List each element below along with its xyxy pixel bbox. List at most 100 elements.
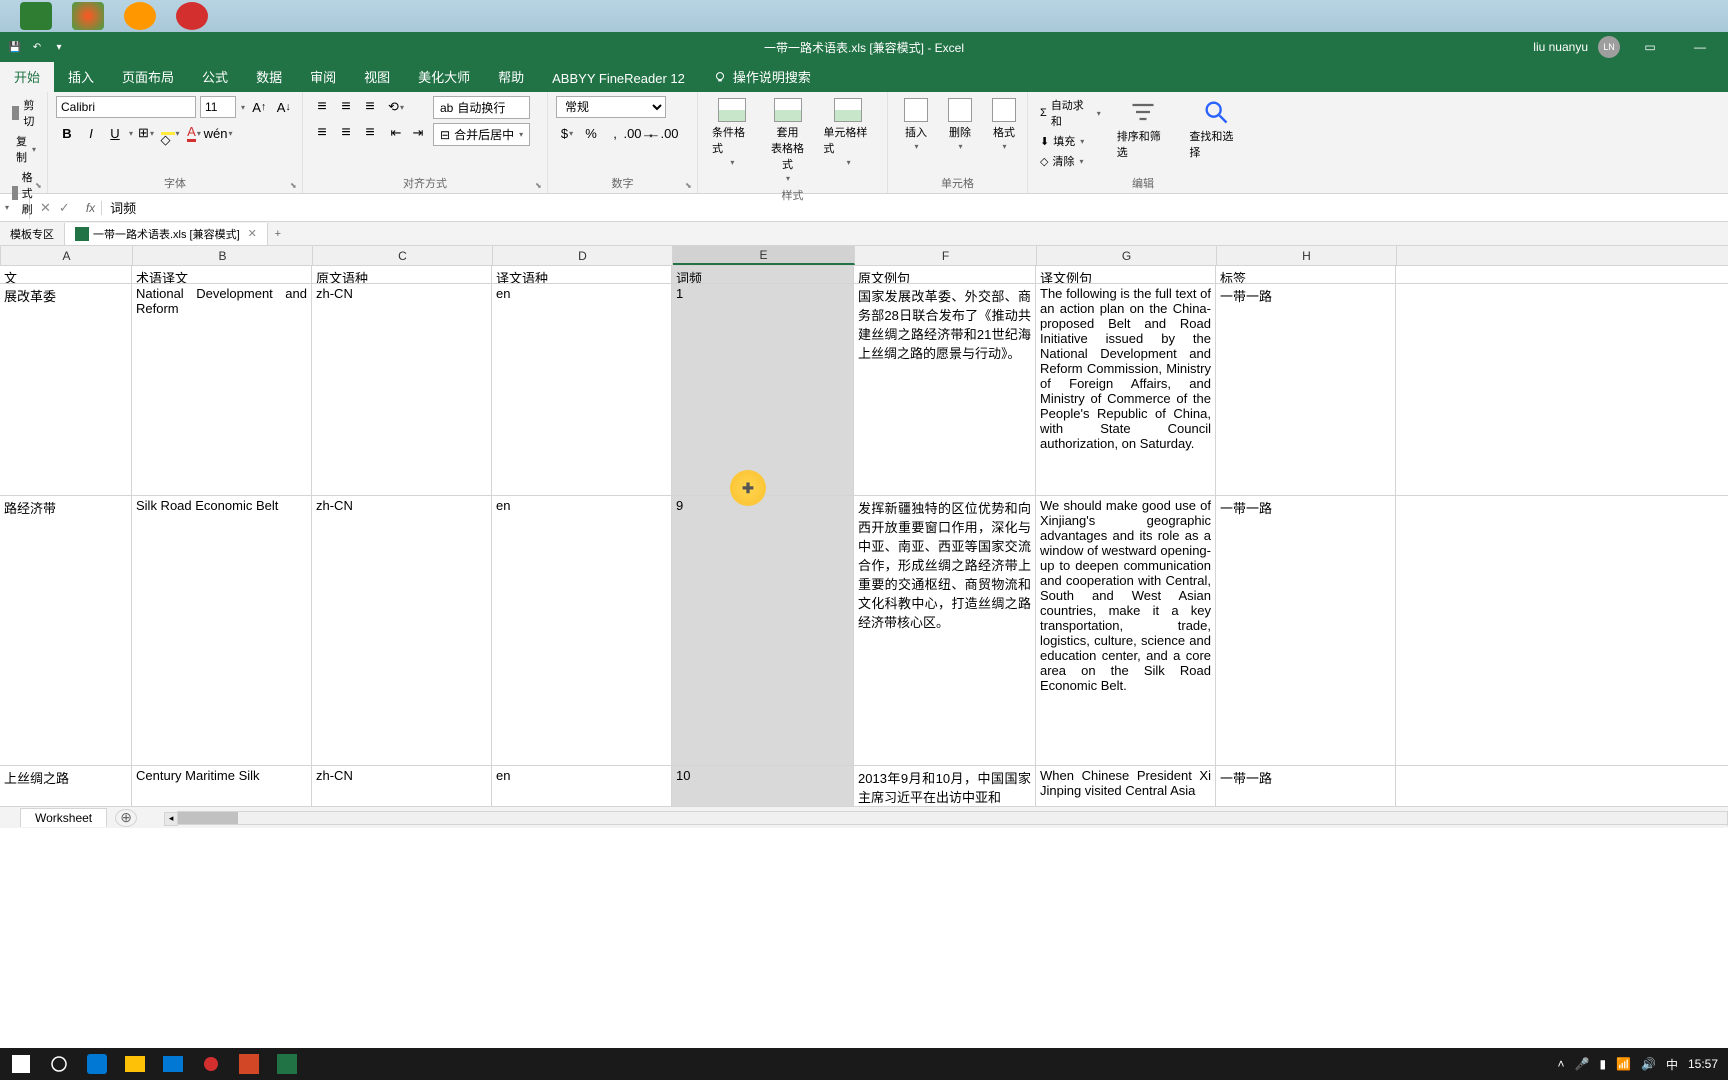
tab-home[interactable]: 开始	[0, 61, 54, 92]
recording-button[interactable]	[194, 1050, 228, 1078]
column-header-g[interactable]: G	[1037, 246, 1217, 265]
cell[interactable]: 一带一路	[1216, 284, 1396, 495]
cortana-button[interactable]	[42, 1050, 76, 1078]
increase-indent-button[interactable]: ⇥	[407, 122, 429, 144]
mail-button[interactable]	[156, 1050, 190, 1078]
user-name[interactable]: liu nuanyu	[1533, 40, 1588, 54]
align-center-button[interactable]: ≡	[335, 122, 357, 144]
cell[interactable]: 展改革委	[0, 284, 132, 495]
insert-cells-button[interactable]: 插入▾	[896, 96, 936, 153]
edge-button[interactable]	[80, 1050, 114, 1078]
delete-cells-button[interactable]: 删除▾	[940, 96, 980, 153]
autosum-button[interactable]: Σ自动求和▾	[1036, 96, 1105, 130]
dialog-launcher-icon[interactable]: ⬊	[535, 181, 545, 191]
align-right-button[interactable]: ≡	[359, 122, 381, 144]
start-button[interactable]	[4, 1050, 38, 1078]
phonetic-button[interactable]: wén▾	[207, 122, 229, 144]
worksheet-tab[interactable]: Worksheet	[20, 808, 107, 827]
clear-button[interactable]: ◇清除▾	[1036, 152, 1105, 170]
cell[interactable]: zh-CN	[312, 496, 492, 765]
clock[interactable]: 15:57	[1688, 1057, 1718, 1071]
wifi-icon[interactable]: 📶	[1616, 1057, 1631, 1071]
ime-indicator[interactable]: 中	[1666, 1056, 1678, 1073]
align-middle-button[interactable]: ≡	[335, 96, 357, 118]
align-left-button[interactable]: ≡	[311, 122, 333, 144]
cell[interactable]: 1	[672, 284, 854, 495]
tab-help[interactable]: 帮助	[484, 61, 538, 92]
desktop-app-icon[interactable]	[72, 2, 104, 30]
cell[interactable]: Century Maritime Silk	[132, 766, 312, 806]
wrap-text-button[interactable]: ab自动换行	[433, 96, 530, 119]
number-format-select[interactable]: 常规	[556, 96, 666, 118]
dialog-launcher-icon[interactable]: ⬊	[290, 181, 300, 191]
cell[interactable]: zh-CN	[312, 766, 492, 806]
scrollbar-thumb[interactable]	[178, 812, 238, 824]
find-select-button[interactable]: 查找和选择	[1181, 96, 1250, 162]
cell[interactable]: Silk Road Economic Belt	[132, 496, 312, 765]
cell[interactable]: National Development and Reform	[132, 284, 312, 495]
align-bottom-button[interactable]: ≡	[359, 96, 381, 118]
font-name-input[interactable]	[56, 96, 196, 118]
header-cell[interactable]: 词频	[672, 266, 854, 283]
format-painter-button[interactable]: 格式刷	[8, 168, 39, 218]
decrease-font-icon[interactable]: A↓	[274, 96, 294, 118]
cancel-formula-icon[interactable]: ✕	[40, 200, 51, 216]
cell[interactable]: 发挥新疆独特的区位优势和向西开放重要窗口作用，深化与中亚、南亚、西亚等国家交流合…	[854, 496, 1036, 765]
column-header-f[interactable]: F	[855, 246, 1037, 265]
tab-beautify[interactable]: 美化大师	[404, 61, 484, 92]
column-header-e[interactable]: E	[673, 246, 855, 265]
dialog-launcher-icon[interactable]: ⬊	[685, 181, 695, 191]
tab-formulas[interactable]: 公式	[188, 61, 242, 92]
dialog-launcher-icon[interactable]: ⬊	[35, 181, 45, 191]
cell[interactable]: 一带一路	[1216, 766, 1396, 806]
minimize-button[interactable]: —	[1680, 33, 1720, 61]
cell[interactable]: en	[492, 496, 672, 765]
user-avatar[interactable]: LN	[1598, 36, 1620, 58]
file-tab[interactable]: 一带一路术语表.xls [兼容模式] ✕	[65, 223, 268, 245]
ribbon-display-icon[interactable]: ▭	[1630, 33, 1670, 61]
cell[interactable]: 2013年9月和10月，中国国家主席习近平在出访中亚和	[854, 766, 1036, 806]
desktop-app-icon[interactable]	[20, 2, 52, 30]
font-color-button[interactable]: A▾	[183, 122, 205, 144]
tab-review[interactable]: 审阅	[296, 61, 350, 92]
cell[interactable]: en	[492, 766, 672, 806]
cell-styles-button[interactable]: 单元格样式▾	[817, 96, 879, 169]
sort-filter-button[interactable]: 排序和筛选	[1109, 96, 1178, 162]
increase-font-icon[interactable]: A↑	[249, 96, 269, 118]
format-cells-button[interactable]: 格式▾	[984, 96, 1024, 153]
cell[interactable]: 国家发展改革委、外交部、商务部28日联合发布了《推动共建丝绸之路经济带和21世纪…	[854, 284, 1036, 495]
undo-icon[interactable]: ↶	[30, 40, 44, 54]
volume-icon[interactable]: 🔊	[1641, 1057, 1656, 1071]
cell[interactable]: The following is the full text of an act…	[1036, 284, 1216, 495]
cell[interactable]: 路经济带	[0, 496, 132, 765]
cut-button[interactable]: 剪切	[8, 96, 39, 130]
fill-button[interactable]: ⬇填充▾	[1036, 132, 1105, 150]
cell[interactable]: 10	[672, 766, 854, 806]
bold-button[interactable]: B	[56, 122, 78, 144]
tab-abbyy[interactable]: ABBYY FineReader 12	[538, 65, 699, 92]
align-top-button[interactable]: ≡	[311, 96, 333, 118]
formula-input[interactable]: 词频	[102, 198, 1728, 217]
template-tab[interactable]: 模板专区	[0, 223, 65, 245]
tab-insert[interactable]: 插入	[54, 61, 108, 92]
scroll-left-icon[interactable]: ◂	[164, 812, 178, 826]
column-header-h[interactable]: H	[1217, 246, 1397, 265]
fx-icon[interactable]: fx	[80, 201, 102, 215]
column-header-b[interactable]: B	[133, 246, 313, 265]
close-tab-icon[interactable]: ✕	[248, 227, 257, 240]
add-sheet-button[interactable]: ⊕	[115, 809, 137, 827]
enter-formula-icon[interactable]: ✓	[59, 200, 70, 216]
currency-button[interactable]: $▾	[556, 122, 578, 144]
tab-data[interactable]: 数据	[242, 61, 296, 92]
italic-button[interactable]: I	[80, 122, 102, 144]
add-tab-button[interactable]: +	[268, 228, 288, 240]
cell[interactable]: 一带一路	[1216, 496, 1396, 765]
column-header-d[interactable]: D	[493, 246, 673, 265]
header-cell[interactable]: 译文例句	[1036, 266, 1216, 283]
column-header-a[interactable]: A	[1, 246, 133, 265]
orientation-button[interactable]: ⟲▾	[385, 96, 407, 118]
header-cell[interactable]: 文	[0, 266, 132, 283]
format-as-table-button[interactable]: 套用 表格格式▾	[762, 96, 814, 185]
copy-button[interactable]: 复制▾	[8, 132, 39, 166]
microphone-icon[interactable]: 🎤	[1574, 1057, 1589, 1071]
